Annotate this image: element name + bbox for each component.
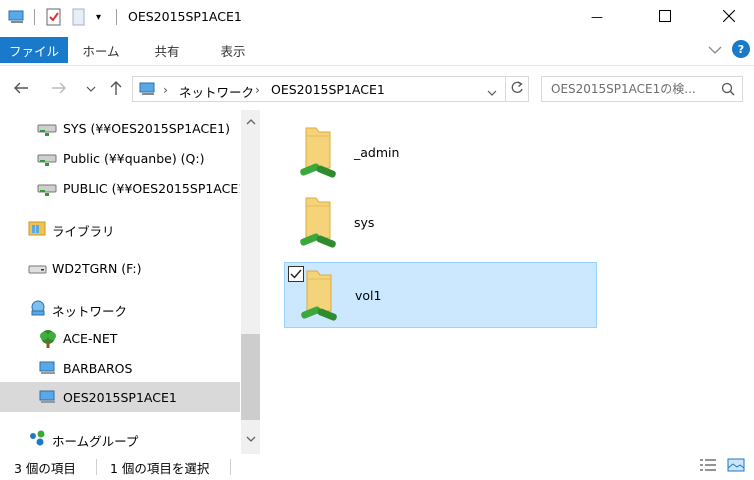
back-button[interactable] <box>10 78 32 100</box>
computer-icon <box>38 359 58 377</box>
breadcrumb-network[interactable]: ネットワーク <box>179 82 254 101</box>
nav-item-oes2015sp1ace1[interactable]: OES2015SP1ACE1 <box>0 382 240 412</box>
help-icon[interactable]: ? <box>732 40 750 58</box>
search-icon[interactable] <box>721 82 735 99</box>
nav-item-network[interactable]: ネットワーク <box>0 294 240 322</box>
scrollbar-thumb[interactable] <box>241 334 260 420</box>
minimize-icon: — <box>591 10 603 24</box>
nav-item-ace-net[interactable]: ACE-NET <box>0 324 240 352</box>
address-history-chevron-icon[interactable] <box>487 86 497 100</box>
navigation-pane[interactable]: SYS (¥¥OES2015SP1ACE1) Public (¥¥quanbe)… <box>0 110 260 454</box>
search-input[interactable] <box>542 77 742 101</box>
ribbon-tab-bar: ファイル ホーム 共有 表示 ? <box>0 34 754 66</box>
new-folder-icon[interactable] <box>72 8 86 26</box>
file-name: sys <box>354 215 375 230</box>
nav-pane-scrollbar[interactable] <box>241 110 260 454</box>
tab-home[interactable]: ホーム <box>78 37 124 63</box>
search-box[interactable] <box>541 76 743 102</box>
network-location-icon <box>139 81 157 100</box>
breadcrumb-separator-icon[interactable]: › <box>255 82 260 97</box>
shared-folder-icon <box>292 194 342 252</box>
large-icons-view-button[interactable] <box>726 457 746 475</box>
share-folder-admin[interactable]: _admin <box>284 120 597 186</box>
refresh-icon <box>510 80 524 98</box>
share-folder-sys[interactable]: sys <box>284 190 597 256</box>
window-title: OES2015SP1ACE1 <box>128 9 242 24</box>
scroll-down-icon[interactable] <box>241 430 260 448</box>
breadcrumb-separator-icon[interactable]: › <box>163 82 168 97</box>
close-button[interactable] <box>706 0 752 34</box>
network-drive-icon <box>36 149 57 167</box>
nav-item-homegroup[interactable]: ホームグループ <box>0 424 240 452</box>
computer-icon <box>38 388 58 406</box>
properties-icon[interactable] <box>46 8 62 26</box>
homegroup-icon <box>28 429 48 447</box>
network-drive-icon <box>36 119 57 137</box>
file-name: _admin <box>354 145 400 160</box>
customize-toolbar-icon[interactable]: ▾ <box>96 8 101 26</box>
up-arrow-icon <box>109 80 123 99</box>
nav-item-libraries[interactable]: ライブラリ <box>0 214 240 242</box>
address-bar[interactable]: › ネットワーク › OES2015SP1ACE1 <box>132 76 506 102</box>
expand-ribbon-icon[interactable] <box>708 44 722 58</box>
minimize-button[interactable]: — <box>574 0 620 34</box>
network-icon <box>28 299 48 317</box>
drive-icon <box>28 259 48 277</box>
selected-count: 1 個の項目を選択 <box>110 461 210 476</box>
share-folder-vol1[interactable]: vol1 <box>284 262 597 328</box>
item-count: 3 個の項目 <box>14 461 76 476</box>
status-bar: 3 個の項目 1 個の項目を選択 <box>0 454 754 480</box>
content-pane[interactable]: _admin sys vol1 <box>262 110 754 454</box>
close-icon <box>722 9 736 25</box>
chevron-down-icon <box>86 82 96 96</box>
forward-arrow-icon <box>51 81 67 98</box>
breadcrumb-server[interactable]: OES2015SP1ACE1 <box>271 82 385 97</box>
details-view-button[interactable] <box>698 457 718 475</box>
nav-item-sys-share[interactable]: SYS (¥¥OES2015SP1ACE1) <box>0 114 240 142</box>
recent-locations-button[interactable] <box>80 78 102 100</box>
selection-checkbox[interactable] <box>288 266 304 282</box>
title-bar: ▾ OES2015SP1ACE1 — <box>0 0 754 34</box>
tab-share[interactable]: 共有 <box>144 37 190 63</box>
nav-item-public-share[interactable]: PUBLIC (¥¥OES2015SP1ACE1 <box>0 174 240 202</box>
nav-item-barbaros[interactable]: BARBAROS <box>0 354 240 382</box>
forward-button[interactable] <box>48 78 70 100</box>
up-button[interactable] <box>105 78 127 100</box>
library-icon <box>28 219 48 237</box>
nav-item-wd2tgrn-drive[interactable]: WD2TGRN (F:) <box>0 254 240 282</box>
large-icons-view-icon <box>727 458 745 475</box>
back-arrow-icon <box>13 81 29 98</box>
explorer-app-icon[interactable] <box>8 8 26 26</box>
maximize-button[interactable] <box>642 0 688 34</box>
tab-file[interactable]: ファイル <box>0 37 68 63</box>
network-drive-icon <box>36 179 57 197</box>
tab-view[interactable]: 表示 <box>210 37 256 63</box>
tree-icon <box>37 329 57 348</box>
refresh-button[interactable] <box>505 76 529 102</box>
maximize-icon <box>659 9 671 25</box>
file-name: vol1 <box>355 288 382 303</box>
nav-item-public-q[interactable]: Public (¥¥quanbe) (Q:) <box>0 144 240 172</box>
scroll-up-icon[interactable] <box>241 112 260 130</box>
shared-folder-icon <box>292 124 342 182</box>
details-view-icon <box>699 458 717 475</box>
